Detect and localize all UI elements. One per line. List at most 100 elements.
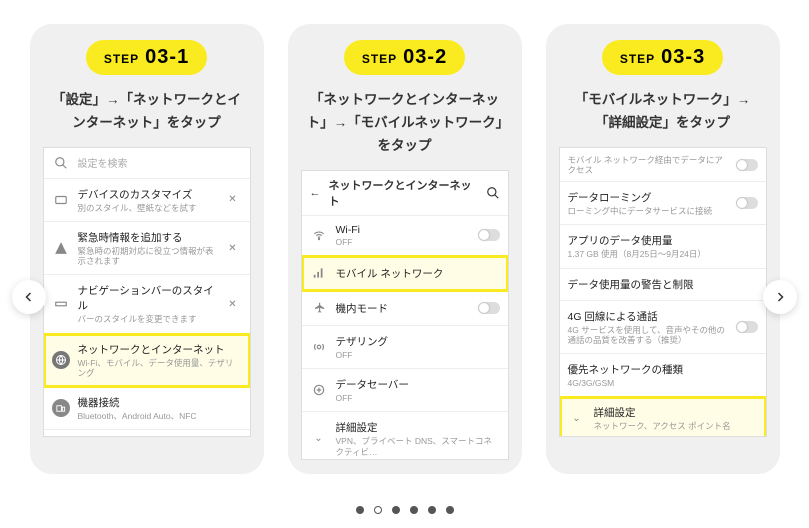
list-item[interactable]: デバイスのカスタマイズ別のスタイル、壁紙などを試す ✕ (44, 179, 250, 222)
list-item-preferred[interactable]: 優先ネットワークの種類4G/3G/GSM (560, 354, 766, 397)
item-sub: 4G サービスを使用して、音声やその他の通話の品質を改善する（推奨） (568, 325, 728, 345)
list-item-limit[interactable]: データ使用量の警告と制限 (560, 269, 766, 301)
carousel-next-button[interactable] (763, 280, 797, 314)
item-title: 詳細設定 (336, 420, 500, 435)
item-title: 機内モード (336, 301, 470, 316)
item-title: 優先ネットワークの種類 (568, 362, 758, 377)
item-sub: 別のスタイル、壁紙などを試す (78, 203, 216, 213)
step-card-1: STEP 03-1 「設定」→「ネットワークとインターネット」をタップ 設定を検… (30, 24, 264, 474)
dot[interactable] (410, 506, 418, 514)
step-badge: STEP 03-2 (344, 40, 465, 75)
item-title: 詳細設定 (594, 405, 758, 420)
list-item-4g[interactable]: 4G 回線による通話4G サービスを使用して、音声やその他の通話の品質を改善する… (560, 301, 766, 354)
step-badge: STEP 03-3 (602, 40, 723, 75)
list-item-datasaver[interactable]: データセーバーOFF (302, 369, 508, 412)
toggle[interactable] (736, 159, 758, 171)
item-title: データ使用量の警告と制限 (568, 277, 758, 292)
dot-active[interactable] (374, 506, 382, 514)
back-icon[interactable]: ← (310, 187, 321, 199)
search-placeholder: 設定を検索 (78, 155, 242, 170)
pagination-dots (0, 498, 809, 528)
item-title: テザリング (336, 334, 500, 349)
instruction-text: 「設定」→「ネットワークとインターネット」をタップ (46, 89, 248, 135)
header-title: ネットワークとインターネット (329, 177, 478, 209)
item-sub: バーのスタイルを変更できます (78, 314, 216, 324)
item-title: 緊急時情報を追加する (78, 230, 216, 245)
phone-screenshot-2: ← ネットワークとインターネット Wi-FiOFF モバイル ネットワーク 機内… (301, 170, 509, 460)
tether-icon (310, 338, 328, 356)
list-item-tether[interactable]: テザリングOFF (302, 326, 508, 369)
palette-icon (52, 191, 70, 209)
search-icon (52, 154, 70, 172)
step-number: 03-2 (403, 46, 447, 69)
signal-icon (310, 264, 328, 282)
list-item[interactable]: 緊急時情報を追加する緊急時の初期対応に役立つ情報が表示されます ✕ (44, 222, 250, 275)
step-number: 03-1 (145, 46, 189, 69)
item-sub: モバイル ネットワーク経由でデータにアクセス (568, 155, 728, 175)
item-sub: ローミング中にデータサービスに接続 (568, 206, 728, 216)
toggle[interactable] (478, 302, 500, 314)
list-item-network[interactable]: ネットワークとインターネットWi-Fi、モバイル、データ使用量、テザリング (44, 334, 250, 387)
item-title: ネットワークとインターネット (78, 342, 242, 357)
chevron-right-icon (774, 291, 786, 303)
step-label: STEP (620, 52, 655, 66)
search-row[interactable]: 設定を検索 (44, 148, 250, 179)
step-label: STEP (362, 52, 397, 66)
nav-icon (52, 295, 70, 313)
list-item-advanced[interactable]: ⌄ 詳細設定ネットワーク、アクセス ポイント名 (560, 397, 766, 437)
list-item-usage[interactable]: アプリのデータ使用量1.37 GB 使用（8月25日～9月24日） (560, 225, 766, 268)
dot[interactable] (356, 506, 364, 514)
item-sub: VPN、プライベート DNS、スマートコネクティビ… (336, 436, 500, 456)
dot[interactable] (428, 506, 436, 514)
phone-screenshot-3: モバイル ネットワーク経由でデータにアクセス データローミングローミング中にデー… (559, 147, 767, 437)
list-item-roaming[interactable]: データローミングローミング中にデータサービスに接続 (560, 182, 766, 225)
wifi-icon (310, 226, 328, 244)
list-item-airplane[interactable]: 機内モード (302, 291, 508, 326)
step-badge: STEP 03-1 (86, 40, 207, 75)
item-sub: Wi-Fi、モバイル、データ使用量、テザリング (78, 358, 242, 378)
devices-icon (52, 399, 70, 417)
list-item-mobile-network[interactable]: モバイル ネットワーク (302, 256, 508, 291)
toggle[interactable] (736, 321, 758, 333)
step-number: 03-3 (661, 46, 705, 69)
step-card-3: STEP 03-3 「モバイルネットワーク」→「詳細設定」をタップ モバイル ネ… (546, 24, 780, 474)
item-sub: Bluetooth、Android Auto、NFC (78, 411, 242, 421)
list-item[interactable]: 機器接続Bluetooth、Android Auto、NFC (44, 387, 250, 430)
item-title: デバイスのカスタマイズ (78, 187, 216, 202)
item-sub: 緊急時の初期対応に役立つ情報が表示されます (78, 246, 216, 266)
close-icon[interactable]: ✕ (224, 295, 242, 313)
list-item[interactable]: ナビゲーションバーのスタイルバーのスタイルを変更できます ✕ (44, 275, 250, 333)
instruction-text: 「モバイルネットワーク」→「詳細設定」をタップ (562, 89, 764, 135)
carousel-prev-button[interactable] (12, 280, 46, 314)
close-icon[interactable]: ✕ (224, 239, 242, 257)
step-label: STEP (104, 52, 139, 66)
toggle[interactable] (478, 229, 500, 241)
item-title: アプリのデータ使用量 (568, 233, 758, 248)
item-title: 4G 回線による通話 (568, 309, 728, 324)
search-icon[interactable] (486, 186, 500, 200)
toggle[interactable] (736, 197, 758, 209)
list-item-advanced[interactable]: ⌄ 詳細設定VPN、プライベート DNS、スマートコネクティビ… (302, 412, 508, 459)
item-sub: OFF (336, 350, 500, 360)
dot[interactable] (392, 506, 400, 514)
item-sub: OFF (336, 237, 470, 247)
chevron-left-icon (23, 291, 35, 303)
item-title: データセーバー (336, 377, 500, 392)
step-card-2: STEP 03-2 「ネットワークとインターネット」→「モバイルネットワーク」を… (288, 24, 522, 474)
item-title: Wi-Fi (336, 224, 470, 236)
list-item[interactable]: モバイル ネットワーク経由でデータにアクセス (560, 148, 766, 182)
item-title: データローミング (568, 190, 728, 205)
item-sub: 4G/3G/GSM (568, 378, 758, 388)
instruction-text: 「ネットワークとインターネット」→「モバイルネットワーク」をタップ (304, 89, 506, 158)
carousel: STEP 03-1 「設定」→「ネットワークとインターネット」をタップ 設定を検… (0, 0, 809, 498)
list-item-wifi[interactable]: Wi-FiOFF (302, 216, 508, 256)
item-title: モバイル ネットワーク (336, 266, 500, 281)
item-sub: ネットワーク、アクセス ポイント名 (594, 421, 758, 431)
dot[interactable] (446, 506, 454, 514)
globe-icon (52, 351, 70, 369)
close-icon[interactable]: ✕ (224, 191, 242, 209)
screen-header: ← ネットワークとインターネット (302, 171, 508, 216)
item-sub: 1.37 GB 使用（8月25日～9月24日） (568, 249, 758, 259)
chevron-down-icon: ⌄ (310, 430, 328, 448)
chevron-down-icon: ⌄ (568, 409, 586, 427)
